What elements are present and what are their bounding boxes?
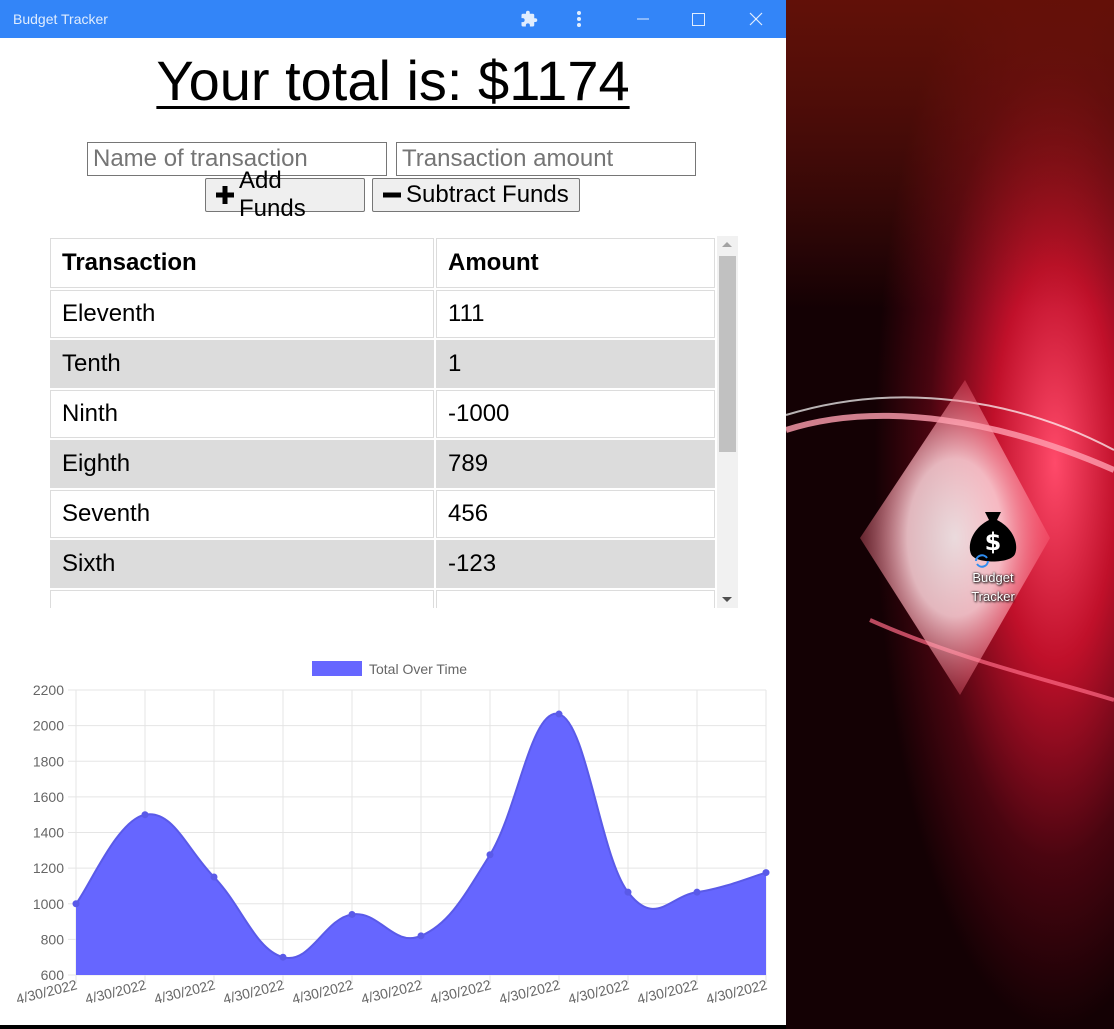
table-scrollbar[interactable] bbox=[717, 236, 738, 608]
data-point bbox=[141, 811, 149, 819]
subtract-funds-label: Subtract Funds bbox=[406, 181, 569, 208]
total-over-time-chart: 60080010001200140016001800200022004/30/2… bbox=[14, 661, 770, 1007]
transaction-amount-cell: 1 bbox=[436, 340, 715, 388]
column-header-transaction: Transaction bbox=[50, 238, 434, 288]
data-point bbox=[210, 873, 218, 881]
more-options-button[interactable] bbox=[556, 0, 602, 38]
scrollbar-thumb[interactable] bbox=[719, 256, 736, 452]
table-header-row: Transaction Amount bbox=[50, 238, 715, 288]
transactions-table-container[interactable]: Transaction Amount Eleventh 111 Tenth 1 bbox=[48, 236, 738, 608]
puzzle-icon bbox=[521, 10, 538, 27]
y-tick-label: 1000 bbox=[33, 896, 64, 912]
window-title: Budget Tracker bbox=[13, 11, 108, 27]
y-tick-label: 2000 bbox=[33, 718, 64, 734]
money-bag-icon: $ bbox=[963, 508, 1023, 568]
plus-icon bbox=[215, 185, 235, 205]
y-tick-label: 1600 bbox=[33, 789, 64, 805]
column-header-amount: Amount bbox=[436, 238, 715, 288]
transaction-amount-cell: -123 bbox=[436, 540, 715, 588]
extensions-button[interactable] bbox=[506, 0, 552, 38]
transaction-name-cell: Ninth bbox=[50, 390, 434, 438]
taskbar-edge bbox=[0, 1025, 786, 1029]
table-row bbox=[50, 590, 715, 608]
table-row: Ninth -1000 bbox=[50, 390, 715, 438]
y-tick-label: 2200 bbox=[33, 682, 64, 698]
maximize-button[interactable] bbox=[675, 0, 721, 38]
transactions-table: Transaction Amount Eleventh 111 Tenth 1 bbox=[48, 236, 717, 608]
app-window: Budget Tracker Your total is: $1174 Name… bbox=[0, 0, 786, 1029]
add-funds-label: Add Funds bbox=[238, 167, 306, 222]
table-row: Tenth 1 bbox=[50, 340, 715, 388]
table-row: Sixth -123 bbox=[50, 540, 715, 588]
transaction-name-cell: Tenth bbox=[50, 340, 434, 388]
transaction-amount-input[interactable] bbox=[396, 142, 696, 176]
x-tick-label: 4/30/2022 bbox=[635, 976, 700, 1007]
subtract-funds-button[interactable]: Subtract Funds bbox=[372, 178, 580, 212]
transaction-amount-cell: 789 bbox=[436, 440, 715, 488]
x-tick-label: 4/30/2022 bbox=[428, 976, 493, 1007]
transaction-amount-cell: -1000 bbox=[436, 390, 715, 438]
transaction-amount-cell bbox=[436, 590, 715, 608]
data-point bbox=[72, 900, 80, 908]
data-point bbox=[486, 851, 494, 859]
legend-swatch bbox=[312, 661, 362, 676]
transaction-name-cell bbox=[50, 590, 434, 608]
x-tick-label: 4/30/2022 bbox=[152, 976, 217, 1007]
transaction-name-cell: Seventh bbox=[50, 490, 434, 538]
transaction-name-cell: Sixth bbox=[50, 540, 434, 588]
data-point bbox=[624, 888, 632, 896]
title-bar[interactable]: Budget Tracker bbox=[0, 0, 786, 38]
x-tick-label: 4/30/2022 bbox=[704, 976, 769, 1007]
scroll-down-icon[interactable] bbox=[722, 597, 732, 602]
y-tick-label: 1200 bbox=[33, 860, 64, 876]
transaction-amount-cell: 456 bbox=[436, 490, 715, 538]
x-tick-label: 4/30/2022 bbox=[566, 976, 631, 1007]
refresh-icon bbox=[975, 554, 989, 568]
table-row: Seventh 456 bbox=[50, 490, 715, 538]
transaction-name-cell: Eighth bbox=[50, 440, 434, 488]
legend-label: Total Over Time bbox=[369, 661, 467, 677]
data-point bbox=[348, 910, 356, 918]
app-content: Your total is: $1174 Add Funds Subtract … bbox=[0, 38, 786, 1029]
data-point bbox=[762, 869, 770, 877]
close-icon bbox=[749, 12, 763, 26]
total-heading: Your total is: $1174 bbox=[156, 49, 630, 112]
data-point bbox=[693, 888, 701, 896]
minimize-icon bbox=[637, 18, 649, 20]
table-row: Eighth 789 bbox=[50, 440, 715, 488]
x-tick-label: 4/30/2022 bbox=[83, 976, 148, 1007]
maximize-icon bbox=[691, 12, 705, 26]
y-tick-label: 1800 bbox=[33, 753, 64, 769]
minimize-button[interactable] bbox=[620, 0, 666, 38]
data-point bbox=[555, 710, 563, 718]
close-button[interactable] bbox=[733, 0, 779, 38]
x-tick-label: 4/30/2022 bbox=[221, 976, 286, 1007]
data-point bbox=[279, 953, 287, 961]
scroll-up-icon[interactable] bbox=[722, 242, 732, 247]
desktop-icon-label: Budget Tracker bbox=[971, 570, 1015, 604]
y-tick-label: 800 bbox=[41, 931, 65, 947]
table-row: Eleventh 111 bbox=[50, 290, 715, 338]
y-tick-label: 1400 bbox=[33, 825, 64, 841]
transaction-name-cell: Eleventh bbox=[50, 290, 434, 338]
data-point bbox=[417, 932, 425, 940]
x-tick-label: 4/30/2022 bbox=[290, 976, 355, 1007]
desktop-shortcut-budget-tracker[interactable]: $ Budget Tracker bbox=[948, 508, 1038, 606]
kebab-menu-icon bbox=[577, 11, 581, 27]
x-tick-label: 4/30/2022 bbox=[359, 976, 424, 1007]
add-funds-button[interactable]: Add Funds bbox=[205, 167, 365, 222]
minus-icon bbox=[382, 185, 402, 205]
x-tick-label: 4/30/2022 bbox=[497, 976, 562, 1007]
transaction-amount-cell: 111 bbox=[436, 290, 715, 338]
